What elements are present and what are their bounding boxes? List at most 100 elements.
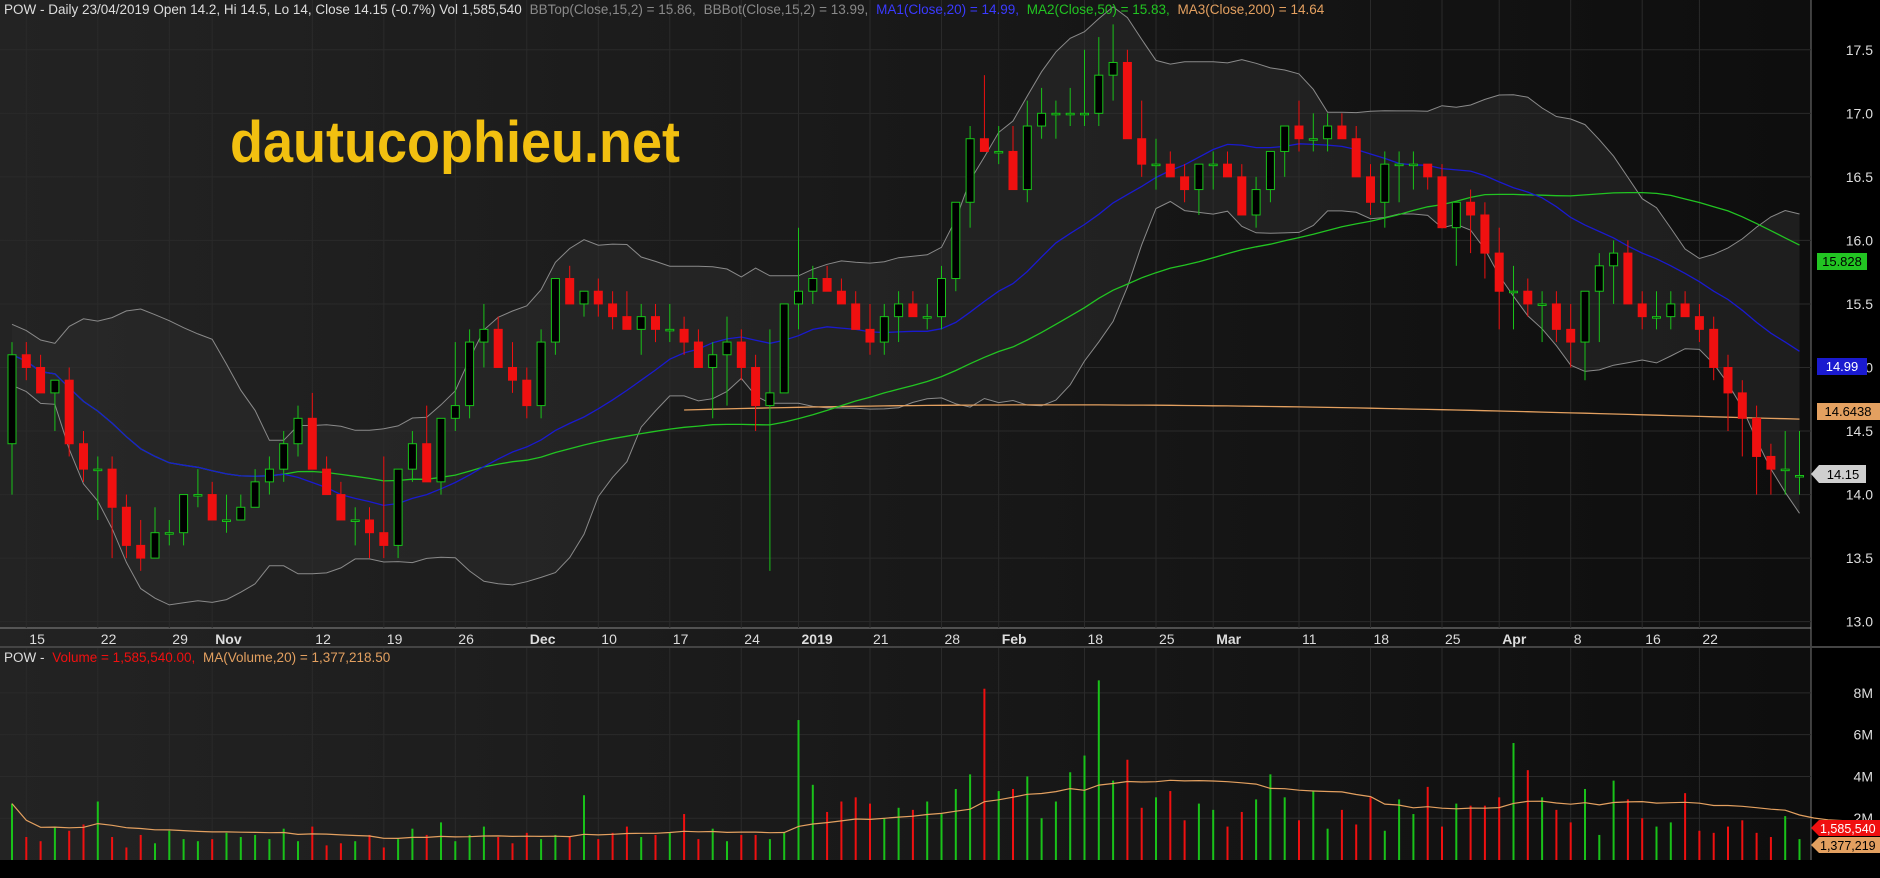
volume-bar[interactable] — [1069, 772, 1072, 860]
volume-bar[interactable] — [82, 824, 85, 860]
volume-bar[interactable] — [282, 828, 285, 860]
candle-body[interactable] — [593, 290, 603, 305]
candle-body[interactable] — [1423, 163, 1433, 178]
candle-body[interactable] — [608, 303, 618, 318]
volume-bar[interactable] — [826, 811, 829, 860]
volume-bar[interactable] — [1112, 780, 1115, 860]
candle-body[interactable] — [393, 468, 403, 546]
candle-body[interactable] — [1151, 163, 1161, 167]
volume-bar[interactable] — [1298, 820, 1300, 860]
volume-bar[interactable] — [683, 814, 686, 860]
volume-bar[interactable] — [182, 839, 185, 860]
volume-bar[interactable] — [926, 801, 929, 860]
candle-body[interactable] — [1366, 176, 1375, 203]
candle-body[interactable] — [722, 341, 732, 356]
volume-bar[interactable] — [1541, 797, 1544, 860]
volume-bar[interactable] — [1727, 826, 1729, 860]
volume-bar[interactable] — [869, 803, 871, 860]
candle-body[interactable] — [822, 278, 832, 292]
volume-bar[interactable] — [225, 832, 228, 860]
volume-bar[interactable] — [354, 841, 357, 860]
volume-bar[interactable] — [297, 841, 299, 860]
volume-bar[interactable] — [969, 774, 972, 860]
volume-bar[interactable] — [668, 832, 671, 860]
candle[interactable] — [779, 303, 789, 394]
candle-body[interactable] — [1666, 303, 1676, 318]
candle-body[interactable] — [1737, 392, 1747, 419]
candle-body[interactable] — [250, 481, 260, 508]
volume-bar[interactable] — [239, 837, 242, 860]
candle-body[interactable] — [1280, 125, 1290, 152]
candle-body[interactable] — [1294, 125, 1304, 140]
candle-body[interactable] — [307, 417, 317, 470]
candle-body[interactable] — [951, 201, 961, 280]
volume-bar[interactable] — [954, 788, 957, 860]
volume-bar[interactable] — [268, 839, 271, 860]
volume-bar[interactable] — [1469, 805, 1472, 860]
candle-body[interactable] — [1251, 189, 1261, 216]
volume-bar[interactable] — [1240, 811, 1243, 860]
volume-bar[interactable] — [1426, 786, 1429, 860]
volume-bar[interactable] — [1255, 799, 1258, 860]
candle-body[interactable] — [450, 405, 460, 419]
candle-body[interactable] — [1752, 417, 1762, 457]
candle[interactable] — [1122, 49, 1132, 140]
volume-bar[interactable] — [1741, 820, 1744, 860]
volume-bar[interactable] — [940, 814, 943, 860]
volume-bar[interactable] — [540, 839, 543, 860]
volume-pane[interactable] — [0, 648, 1811, 860]
volume-bar[interactable] — [311, 826, 314, 860]
candle-body[interactable] — [693, 341, 703, 368]
candle-body[interactable] — [522, 379, 532, 407]
volume-bar[interactable] — [1555, 809, 1558, 860]
volume-bar[interactable] — [1283, 797, 1286, 860]
volume-bar[interactable] — [1412, 814, 1415, 860]
candle-body[interactable] — [1165, 163, 1175, 178]
volume-bar[interactable] — [1155, 797, 1157, 860]
candle-body[interactable] — [279, 443, 289, 470]
candle-body[interactable] — [1766, 455, 1776, 470]
candle-body[interactable] — [493, 328, 503, 368]
candle-body[interactable] — [150, 532, 160, 559]
candle-body[interactable] — [64, 379, 74, 445]
volume-bar[interactable] — [411, 828, 414, 860]
candle-body[interactable] — [865, 328, 875, 343]
volume-bar[interactable] — [211, 839, 214, 860]
candle-body[interactable] — [1008, 150, 1018, 191]
candle-body[interactable] — [965, 138, 975, 203]
volume-bar[interactable] — [726, 841, 728, 860]
volume-bar[interactable] — [139, 834, 142, 860]
candle-body[interactable] — [36, 366, 46, 394]
candle-body[interactable] — [193, 494, 203, 497]
volume-bar[interactable] — [1755, 832, 1758, 860]
volume-bar[interactable] — [1312, 791, 1315, 860]
candle-body[interactable] — [665, 328, 675, 332]
volume-bar[interactable] — [254, 834, 257, 860]
volume-bar[interactable] — [1226, 826, 1229, 860]
candle-body[interactable] — [1566, 328, 1576, 343]
candle-body[interactable] — [1065, 112, 1075, 116]
candle-body[interactable] — [350, 519, 360, 522]
candle-body[interactable] — [851, 303, 861, 330]
volume-bar[interactable] — [1441, 826, 1443, 860]
volume-bar[interactable] — [597, 839, 600, 860]
volume-bar[interactable] — [711, 828, 714, 860]
candle-body[interactable] — [79, 443, 88, 470]
volume-bar[interactable] — [997, 791, 1000, 860]
volume-bar[interactable] — [1026, 776, 1029, 860]
volume-bar[interactable] — [1669, 822, 1672, 860]
candle-body[interactable] — [21, 354, 31, 368]
volume-bar[interactable] — [425, 834, 428, 860]
volume-bar[interactable] — [625, 826, 628, 860]
candle-body[interactable] — [1437, 176, 1447, 229]
volume-bar[interactable] — [1455, 803, 1458, 860]
candle-body[interactable] — [407, 443, 417, 470]
volume-bar[interactable] — [883, 818, 886, 860]
candle-body[interactable] — [1323, 125, 1333, 140]
candle-body[interactable] — [794, 290, 803, 305]
candle-body[interactable] — [1594, 265, 1604, 292]
volume-bar[interactable] — [1483, 805, 1486, 860]
candle-body[interactable] — [1580, 290, 1590, 343]
candle-body[interactable] — [7, 354, 17, 445]
candle-body[interactable] — [179, 494, 189, 534]
